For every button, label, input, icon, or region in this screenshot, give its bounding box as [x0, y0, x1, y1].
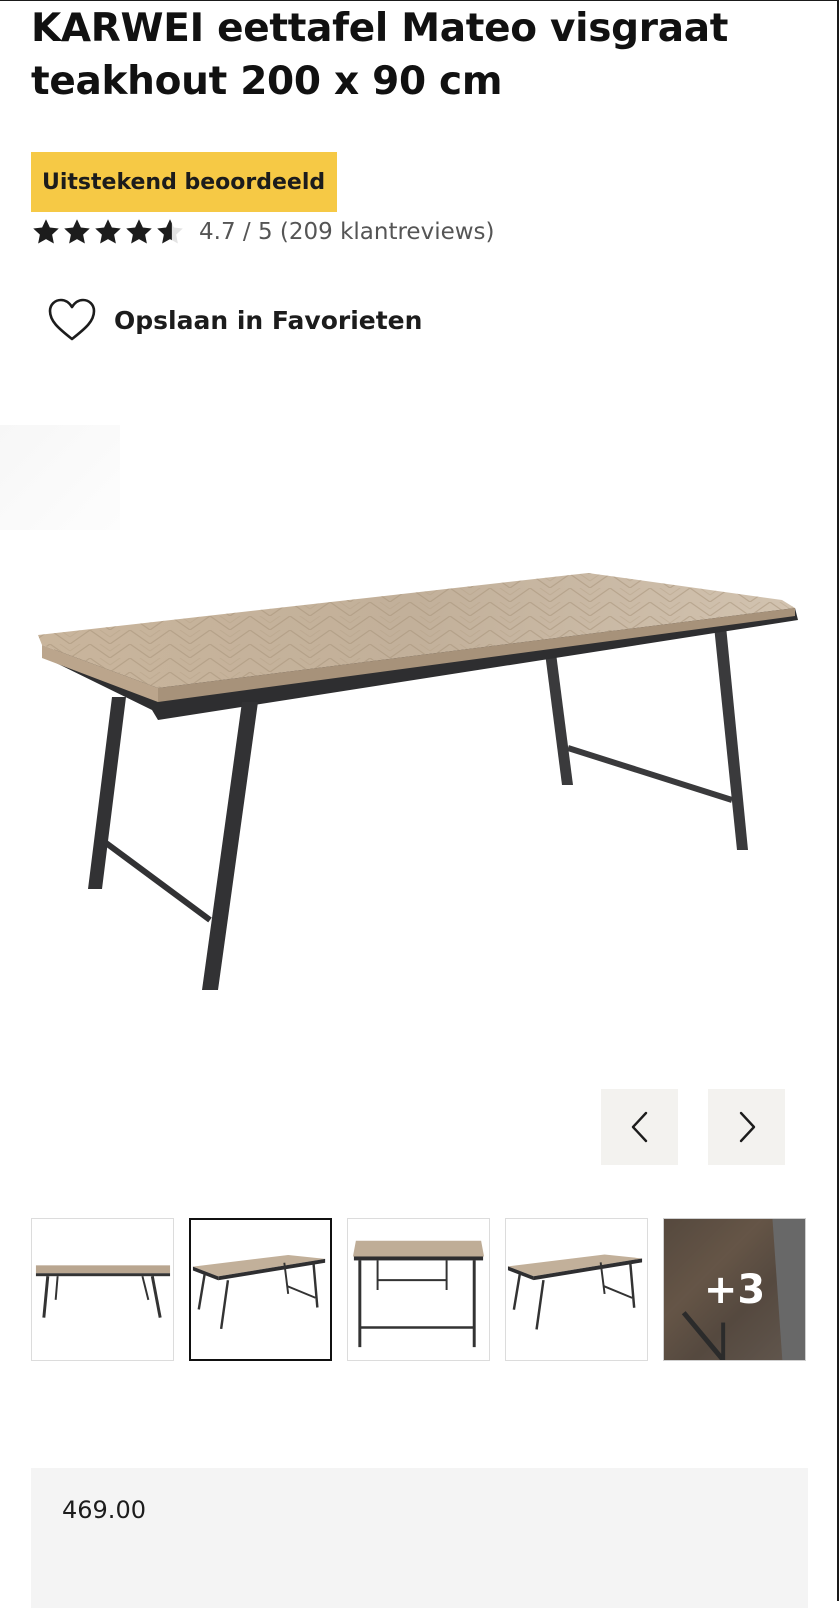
chevron-left-icon [631, 1111, 647, 1143]
star-full-icon [126, 219, 152, 244]
product-title: KARWEI eettafel Mateo visgraat teakhout … [31, 2, 791, 108]
chevron-right-icon [739, 1111, 755, 1143]
gallery-prev-button[interactable] [601, 1089, 678, 1165]
thumbnail-3[interactable] [347, 1218, 490, 1361]
rating-badge-label: Uitstekend beoordeeld [42, 169, 326, 195]
heart-icon [48, 298, 96, 341]
thumbnail-1[interactable] [31, 1218, 174, 1361]
product-price: 469.00 [62, 1496, 146, 1524]
thumbnail-table-angle-image [192, 1254, 326, 1330]
rating-stars [31, 217, 185, 247]
thumbnail-more-count: +3 [703, 1266, 766, 1313]
star-partial-icon [157, 219, 183, 244]
gallery-faded-image [0, 425, 120, 530]
star-full-icon [64, 219, 90, 244]
rating-text[interactable]: 4.7 / 5 (209 klantreviews) [199, 219, 495, 245]
thumbnail-more[interactable]: +3 [663, 1218, 806, 1361]
save-favorite-label: Opslaan in Favorieten [114, 305, 423, 335]
save-favorite-button[interactable]: Opslaan in Favorieten [48, 298, 422, 342]
rating-badge: Uitstekend beoordeeld [31, 152, 337, 212]
thumbnail-4[interactable] [505, 1218, 648, 1361]
rating-summary[interactable]: 4.7 / 5 (209 klantreviews) [31, 214, 495, 250]
gallery-next-button[interactable] [708, 1089, 785, 1165]
product-title-line-2: teakhout 200 x 90 cm [31, 59, 503, 104]
thumbnail-table-end-image [352, 1240, 485, 1348]
thumbnail-2[interactable] [189, 1218, 332, 1361]
product-title-line-1: KARWEI eettafel Mateo visgraat [31, 6, 729, 51]
star-full-icon [95, 219, 121, 244]
thumbnail-table-side-image [507, 1254, 643, 1330]
gallery-thumbnails: +3 [31, 1218, 806, 1361]
thumbnail-table-front-image [35, 1265, 171, 1318]
frame-top-edge [0, 0, 839, 1]
price-panel: 469.00 [31, 1468, 808, 1608]
product-main-image[interactable] [30, 560, 820, 1020]
star-full-icon [33, 219, 59, 244]
